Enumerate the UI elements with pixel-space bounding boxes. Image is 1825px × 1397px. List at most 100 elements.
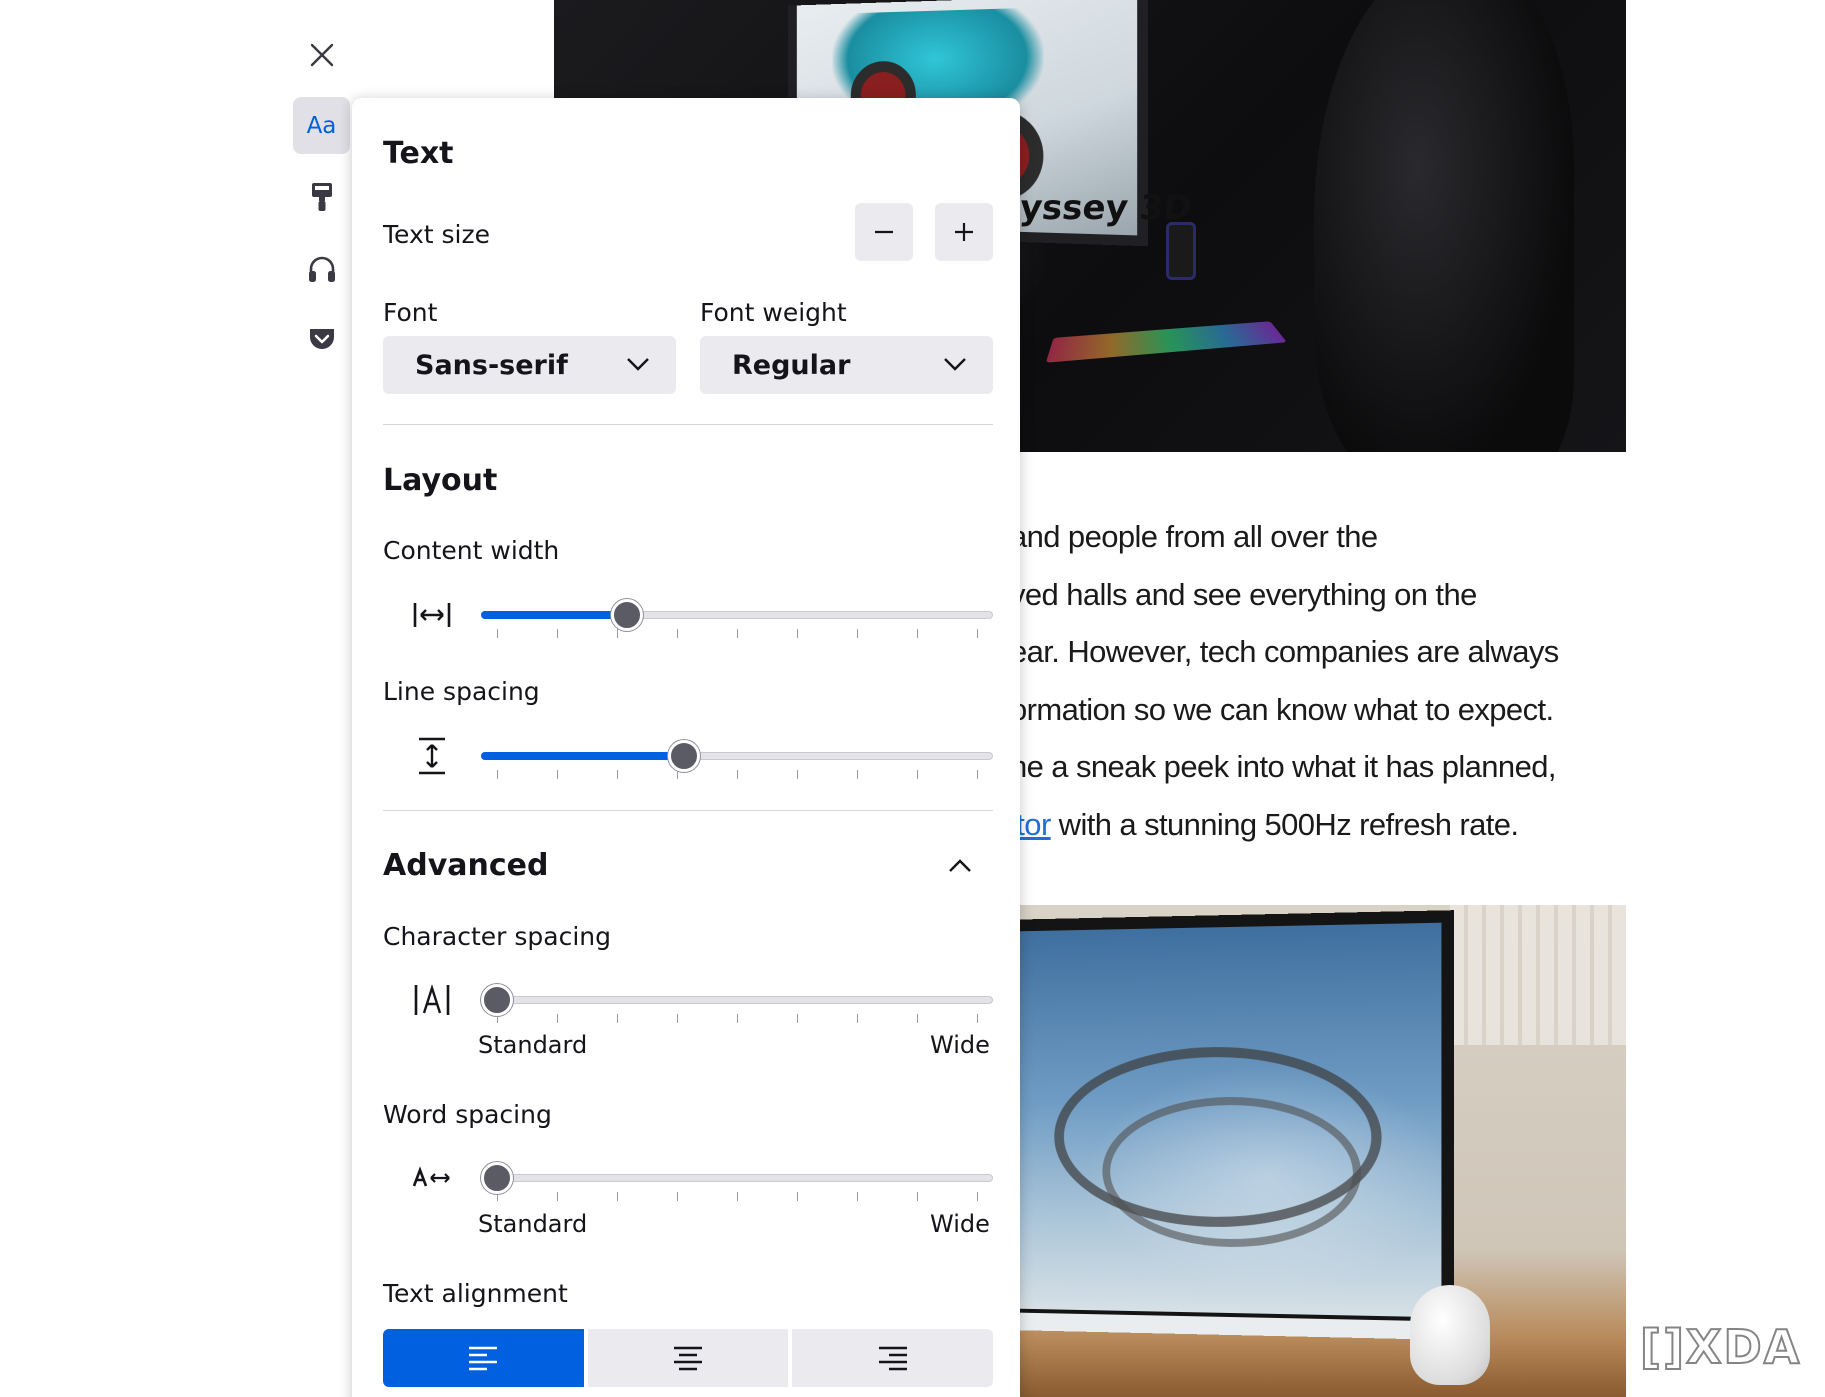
character-spacing-icon [400,980,464,1020]
chevron-down-icon [944,358,966,371]
article-line: ne a sneak peek into what it has planned… [1010,749,1556,784]
section-divider [383,424,993,425]
slider-tick [677,1192,678,1201]
slider-tick [557,629,558,638]
headphones-icon [308,256,335,282]
slider-tick [917,770,918,779]
decrease-text-size-button[interactable] [855,203,913,261]
slider-tick [617,1192,618,1201]
character-spacing-min-label: Standard [478,1031,588,1059]
slider-fill [481,752,684,760]
slider-tick [977,629,978,638]
slider-tick [737,1192,738,1201]
minus-icon [875,230,893,234]
slider-tick [617,1014,618,1023]
xda-watermark: []XDA [1639,1319,1802,1375]
letter-spacing-icon [414,984,450,1015]
align-center-button[interactable] [587,1329,789,1387]
advanced-section-title: Advanced [383,848,549,883]
font-select-value: Sans-serif [415,349,568,381]
article-line: itor with a stunning 500Hz refresh rate. [1010,796,1630,854]
slider-tick [797,1014,798,1023]
aa-icon: Aa [306,112,337,139]
slider-tick [977,1014,978,1023]
pocket-icon [309,328,334,349]
slider-tick [917,629,918,638]
monitor-screen-shape [1016,910,1454,1340]
slider-tick [737,629,738,638]
speaker-puck-shape [1410,1285,1490,1385]
line-spacing-slider[interactable] [481,736,993,779]
section-divider [383,810,993,811]
slider-tick [737,770,738,779]
slider-tick [677,629,678,638]
slider-tick [497,770,498,779]
font-weight-select[interactable]: Regular [700,336,993,394]
slider-tick [677,1014,678,1023]
slider-tick [497,629,498,638]
pocket-button[interactable] [293,310,350,367]
theme-button[interactable] [293,168,350,225]
text-alignment-group [383,1329,994,1387]
rollercoaster-shape [1102,1096,1362,1249]
line-spacing-icon [400,736,464,776]
word-spacing-slider[interactable] [481,1158,993,1201]
slider-tick [857,629,858,638]
slider-fill [481,611,627,619]
content-width-slider[interactable] [481,595,993,638]
keyboard-shape [1045,321,1287,363]
slider-tick [617,770,618,779]
line-spacing-label: Line spacing [383,677,540,706]
monitor-brand-text: yssey 3D [1017,188,1194,228]
character-spacing-max-label: Wide [930,1031,990,1059]
article-line: ormation so we can know what to expect. [1010,691,1554,727]
chair-shape [1314,0,1574,452]
font-select[interactable]: Sans-serif [383,336,676,394]
character-spacing-label: Character spacing [383,922,611,951]
text-alignment-label: Text alignment [383,1279,568,1308]
font-weight-select-value: Regular [732,349,851,381]
slider-tick [557,770,558,779]
text-section-title: Text [383,136,454,171]
slider-thumb[interactable] [611,599,643,631]
slider-thumb[interactable] [481,1162,513,1194]
article-line: ved halls and see everything on the [1010,576,1477,612]
slider-tick [797,1192,798,1201]
slider-track[interactable] [481,1174,993,1182]
watermark-text: XDA [1685,1319,1802,1375]
read-aloud-button[interactable] [293,240,350,297]
article-bottom-image [1010,905,1626,1397]
content-width-icon [400,595,464,635]
slider-tick [977,1192,978,1201]
close-button[interactable] [293,26,350,83]
slider-tick [857,1192,858,1201]
align-right-icon [878,1346,907,1371]
word-spacing-label: Word spacing [383,1100,552,1129]
slider-thumb[interactable] [481,984,513,1016]
slider-tick [917,1014,918,1023]
taskbar-shape [1016,1312,1444,1340]
word-spacing-icon [400,1158,464,1198]
slider-thumb[interactable] [668,740,700,772]
slider-tick [557,1192,558,1201]
slider-track[interactable] [481,996,993,1004]
advanced-collapse-button[interactable] [940,846,980,886]
align-right-button[interactable] [792,1329,994,1387]
article-body: and people from all over the ved halls a… [1010,508,1630,853]
text-and-layout-button[interactable]: Aa [293,97,350,154]
content-width-label: Content width [383,536,560,565]
font-weight-label: Font weight [700,298,847,327]
article-line: and people from all over the [1010,519,1378,554]
article-line: ear. However, tech companies are always [1010,634,1559,669]
slider-tick [557,1014,558,1023]
slider-tick [617,629,618,638]
increase-text-size-button[interactable] [935,203,993,261]
word-spacing-arrows-icon [412,1166,450,1187]
align-left-button[interactable] [383,1329,584,1387]
xda-logo-icon: [] [1639,1319,1687,1375]
slider-tick [857,1014,858,1023]
slider-tick [797,770,798,779]
character-spacing-slider[interactable] [481,980,993,1023]
chevron-up-icon [949,859,971,872]
plus-icon [955,223,973,241]
